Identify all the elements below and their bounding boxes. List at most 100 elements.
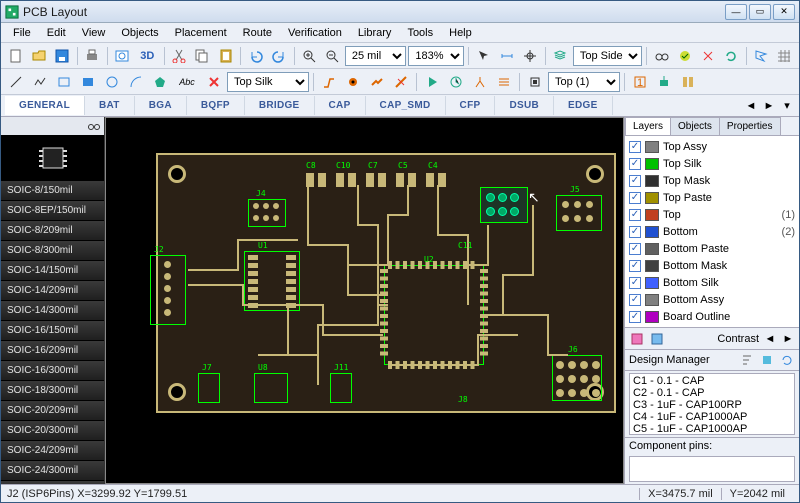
menu-tools[interactable]: Tools xyxy=(399,25,441,41)
menu-objects[interactable]: Objects xyxy=(113,25,166,41)
layer-color-swatch[interactable] xyxy=(645,192,659,204)
renumber-icon[interactable]: 1 xyxy=(629,71,651,93)
layer-row[interactable]: ✓Bottom Silk xyxy=(627,274,797,291)
layer-row[interactable]: ✓Bottom Mask xyxy=(627,257,797,274)
package-item[interactable]: SOIC-8EP/150mil xyxy=(1,201,104,221)
grid-select[interactable]: 25 mil xyxy=(345,46,407,66)
package-item[interactable]: SOIC-8/150mil xyxy=(1,181,104,201)
category-tab-bga[interactable]: BGA xyxy=(135,96,187,115)
line-icon[interactable] xyxy=(5,71,27,93)
category-tab-bat[interactable]: BAT xyxy=(85,96,135,115)
net-icon[interactable] xyxy=(697,45,718,67)
layer-visible-checkbox[interactable]: ✓ xyxy=(629,141,641,153)
package-item[interactable]: SOIC-16/209mil xyxy=(1,341,104,361)
package-item[interactable]: SOIC-14/300mil xyxy=(1,301,104,321)
layer-visible-checkbox[interactable]: ✓ xyxy=(629,226,641,238)
dm-item[interactable]: C5 - 1uF - CAP1000AP xyxy=(633,423,791,435)
side-select[interactable]: Top Side xyxy=(573,46,642,66)
cut-icon[interactable] xyxy=(169,45,190,67)
category-tab-cap[interactable]: CAP xyxy=(315,96,366,115)
package-item[interactable]: SOIC-16/150mil xyxy=(1,321,104,341)
place-icon[interactable] xyxy=(653,71,675,93)
lib-icon[interactable] xyxy=(677,71,699,93)
menu-help[interactable]: Help xyxy=(441,25,480,41)
menu-verification[interactable]: Verification xyxy=(280,25,350,41)
measure-icon[interactable] xyxy=(496,45,517,67)
layer-visible-checkbox[interactable]: ✓ xyxy=(629,158,641,170)
zoom-out-icon[interactable] xyxy=(322,45,343,67)
category-tab-bqfp[interactable]: BQFP xyxy=(187,96,245,115)
fanout-icon[interactable] xyxy=(469,71,491,93)
layer-visible-checkbox[interactable]: ✓ xyxy=(629,209,641,221)
preview-icon[interactable] xyxy=(112,45,133,67)
autoroute-play-icon[interactable] xyxy=(421,71,443,93)
view-layer-select[interactable]: Top (1) xyxy=(548,72,620,92)
maximize-button[interactable]: ▭ xyxy=(749,4,771,20)
package-item[interactable]: SOIC-20/300mil xyxy=(1,421,104,441)
rect-fill-icon[interactable] xyxy=(77,71,99,93)
unroute-icon[interactable] xyxy=(390,71,412,93)
3d-button[interactable]: 3D xyxy=(135,45,160,67)
tab-prev-icon[interactable]: ◄ xyxy=(743,98,759,114)
origin-icon[interactable] xyxy=(520,45,541,67)
draw-layer-select[interactable]: Top Silk xyxy=(227,72,309,92)
category-tab-edge[interactable]: EDGE xyxy=(554,96,613,115)
package-item[interactable]: SOIC-8/300mil xyxy=(1,241,104,261)
layer-color-swatch[interactable] xyxy=(645,260,659,272)
dm-item[interactable]: C2 - 0.1 - CAP xyxy=(633,387,791,399)
layer-row[interactable]: ✓Top Silk xyxy=(627,155,797,172)
layer-visible-checkbox[interactable]: ✓ xyxy=(629,243,641,255)
track-icon[interactable] xyxy=(366,71,388,93)
dm-filter-icon[interactable] xyxy=(759,352,775,368)
minimize-button[interactable]: — xyxy=(725,4,747,20)
undo-icon[interactable] xyxy=(245,45,266,67)
category-tab-cap_smd[interactable]: CAP_SMD xyxy=(366,96,446,115)
layer-color-swatch[interactable] xyxy=(645,311,659,323)
layer-row[interactable]: ✓Bottom Assy xyxy=(627,291,797,308)
package-item[interactable]: SOIC-8/209mil xyxy=(1,221,104,241)
package-item[interactable]: SOIC-18/300mil xyxy=(1,381,104,401)
package-search[interactable] xyxy=(1,117,104,135)
polyline-icon[interactable] xyxy=(29,71,51,93)
arrow-icon[interactable] xyxy=(473,45,494,67)
arc-icon[interactable] xyxy=(125,71,147,93)
menu-library[interactable]: Library xyxy=(350,25,400,41)
category-tab-cfp[interactable]: CFP xyxy=(446,96,496,115)
layer-color-swatch[interactable] xyxy=(645,226,659,238)
tab-next-icon[interactable]: ► xyxy=(761,98,777,114)
bus-icon[interactable] xyxy=(493,71,515,93)
layer-color-swatch[interactable] xyxy=(645,209,659,221)
contrast-less-icon[interactable]: ◄ xyxy=(763,332,777,346)
layer-color-swatch[interactable] xyxy=(645,294,659,306)
circle-icon[interactable] xyxy=(101,71,123,93)
layer-color-swatch[interactable] xyxy=(645,277,659,289)
layer-visible-checkbox[interactable]: ✓ xyxy=(629,294,641,306)
grid-icon[interactable] xyxy=(774,45,795,67)
close-button[interactable]: ✕ xyxy=(773,4,795,20)
layer-visible-checkbox[interactable]: ✓ xyxy=(629,260,641,272)
package-item[interactable]: SOIC-16/300mil xyxy=(1,361,104,381)
category-tab-bridge[interactable]: BRIDGE xyxy=(245,96,315,115)
zoom-select[interactable]: 183% xyxy=(408,46,464,66)
copy-icon[interactable] xyxy=(192,45,213,67)
layer-stack-icon[interactable] xyxy=(550,45,571,67)
tab-layers[interactable]: Layers xyxy=(625,117,671,135)
component-pins-list[interactable] xyxy=(629,456,795,482)
layer-row[interactable]: ✓Top Assy xyxy=(627,138,797,155)
pcb-canvas[interactable]: ↖ /*pads drawn via loop below*/ xyxy=(105,117,624,484)
layer-row[interactable]: ✓Bottom Paste xyxy=(627,240,797,257)
redo-icon[interactable] xyxy=(268,45,289,67)
package-item[interactable]: SOIC-14/150mil xyxy=(1,261,104,281)
menu-placement[interactable]: Placement xyxy=(167,25,235,41)
package-item[interactable]: SOIC-24/209mil xyxy=(1,441,104,461)
design-manager-list[interactable]: C1 - 0.1 - CAPC2 - 0.1 - CAPC3 - 1uF - C… xyxy=(629,373,795,435)
dm-item[interactable]: C1 - 0.1 - CAP xyxy=(633,375,791,387)
zoom-in-icon[interactable] xyxy=(298,45,319,67)
layer-row[interactable]: ✓Top(1) xyxy=(627,206,797,223)
layer-color-swatch[interactable] xyxy=(645,158,659,170)
layer-visible-checkbox[interactable]: ✓ xyxy=(629,277,641,289)
menu-edit[interactable]: Edit xyxy=(39,25,74,41)
poly-icon[interactable] xyxy=(149,71,171,93)
text-icon[interactable]: Abc xyxy=(173,71,201,93)
tab-objects[interactable]: Objects xyxy=(670,117,720,135)
